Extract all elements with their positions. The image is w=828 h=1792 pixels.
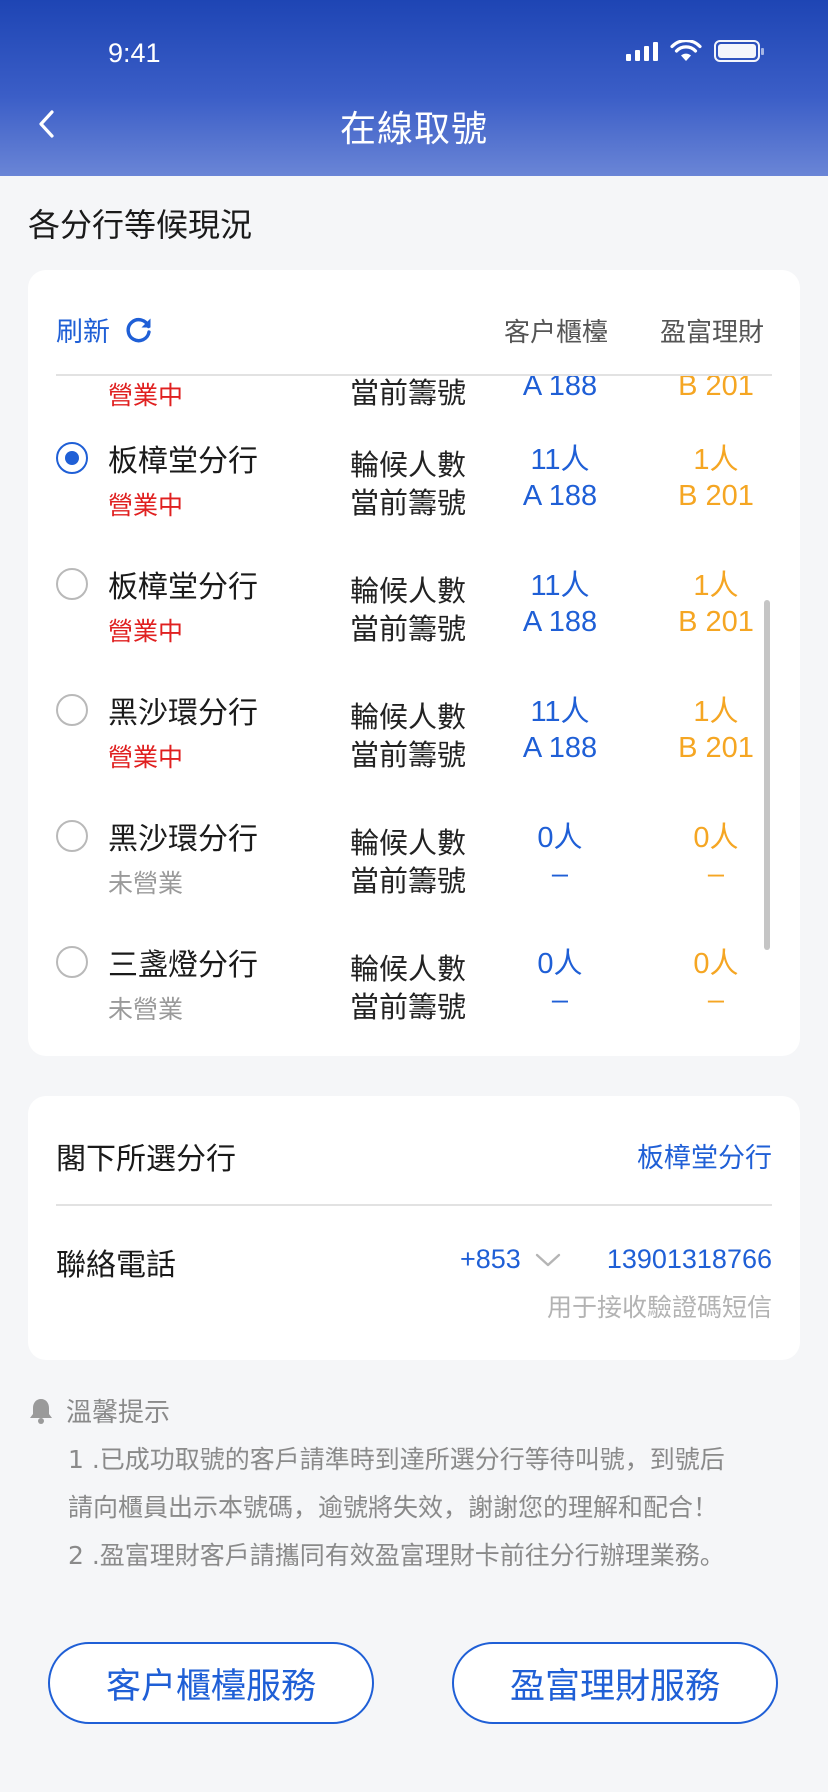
wealth-waiting-count: 1人	[693, 444, 739, 476]
list-item[interactable]: 板樟堂分行 營業中 輪候人數 當前籌號 11人 A 188 1人 B 201	[28, 556, 800, 682]
branch-radio[interactable]	[56, 694, 88, 726]
list-item[interactable]: 黑沙環分行 營業中 輪候人數 當前籌號 11人 A 188 1人 B 201	[28, 682, 800, 808]
branch-status: 營業中	[108, 491, 184, 520]
selected-branch-label: 閣下所選分行	[56, 1142, 236, 1177]
branch-status: 未營業	[108, 869, 184, 898]
current-number-label: 當前籌號	[350, 990, 467, 1020]
wealth-current-number: B 201	[678, 606, 754, 638]
status-time: 9:41	[108, 38, 161, 68]
waiting-count-label: 輪候人數	[350, 826, 467, 860]
tips-header: 溫馨提示	[28, 1392, 170, 1429]
counter-current-number: –	[551, 984, 569, 1016]
scrollbar[interactable]	[764, 600, 770, 950]
selected-branch-value[interactable]: 板樟堂分行	[637, 1136, 772, 1175]
branch-radio[interactable]	[56, 946, 88, 978]
branch-name: 三盞燈分行	[108, 948, 258, 983]
counter-current-number: A 188	[522, 606, 598, 638]
tip-line: 請向櫃員出示本號碼，逾號將失效，謝謝您的理解和配合！	[68, 1493, 719, 1522]
page-title: 在線取號	[339, 109, 488, 150]
waiting-count-label: 輪候人數	[350, 574, 467, 608]
branch-status: 未營業	[108, 995, 184, 1020]
counter-waiting-count: 0人	[537, 822, 583, 854]
wealth-waiting-count: 0人	[693, 948, 739, 980]
wealth-service-button[interactable]: 盈富理財服務	[452, 1642, 778, 1724]
counter-current-number: A 188	[522, 732, 598, 764]
current-number-label: 當前籌號	[350, 376, 467, 410]
waiting-count-label: 輪候人數	[350, 952, 467, 986]
branch-name: 板樟堂分行	[108, 444, 258, 479]
refresh-button[interactable]: 刷新	[56, 310, 154, 349]
counter-waiting-count: 11人	[530, 570, 590, 602]
chevron-down-icon	[535, 1253, 561, 1266]
branch-queue-card: 刷新 客户櫃檯 盈富理財 營業中 當前籌號 A 188 B 201 板樟堂分行 …	[28, 270, 800, 1056]
form-divider	[56, 1204, 772, 1206]
tips-title: 溫馨提示	[66, 1398, 171, 1428]
branch-status: 營業中	[108, 381, 184, 410]
current-number-label: 當前籌號	[350, 738, 467, 772]
branch-radio[interactable]	[56, 820, 88, 852]
signal-icon	[626, 41, 658, 61]
current-number-label: 當前籌號	[350, 612, 467, 646]
column-header-wealth: 盈富理財	[660, 318, 765, 348]
branch-list[interactable]: 營業中 當前籌號 A 188 B 201 板樟堂分行 營業中 輪候人數 當前籌號…	[28, 376, 800, 1020]
wealth-current-number: B 201	[678, 480, 754, 512]
branch-name: 板樟堂分行	[108, 570, 258, 605]
phone-hint: 用于接收驗證碼短信	[546, 1293, 772, 1322]
wealth-waiting-count: 0人	[693, 822, 739, 854]
waiting-count-label: 輪候人數	[350, 700, 467, 734]
list-item[interactable]: 三盞燈分行 未營業 輪候人數 當前籌號 0人 – 0人 –	[28, 934, 800, 1020]
wealth-current-number: –	[707, 858, 725, 890]
tip-line: 2 .盈富理財客戶請攜同有效盈富理財卡前往分行辦理業務。	[68, 1541, 725, 1570]
branch-name: 黑沙環分行	[108, 696, 258, 731]
counter-service-button[interactable]: 客户櫃檯服務	[48, 1642, 374, 1724]
tips-body: 1 .已成功取號的客戶請準時到達所選分行等待叫號，到號后 請向櫃員出示本號碼，逾…	[68, 1436, 798, 1580]
column-header-counter: 客户櫃檯	[504, 318, 609, 348]
status-icons	[626, 40, 764, 62]
branch-status: 營業中	[108, 743, 184, 772]
wealth-current-number: B 201	[678, 376, 754, 402]
branch-name: 黑沙環分行	[108, 822, 258, 857]
country-code-value: +853	[460, 1244, 521, 1274]
current-number-label: 當前籌號	[350, 864, 467, 898]
battery-icon	[714, 40, 764, 62]
branch-radio[interactable]	[56, 568, 88, 600]
wifi-icon	[670, 40, 702, 61]
bell-icon	[30, 1398, 52, 1424]
wealth-current-number: –	[707, 984, 725, 1016]
selection-card: 閣下所選分行 板樟堂分行 聯絡電話 +853 13901318766 用于接收驗…	[28, 1096, 800, 1360]
tip-line: 1 .已成功取號的客戶請準時到達所選分行等待叫號，到號后	[68, 1445, 725, 1474]
counter-current-number: A 188	[522, 480, 598, 512]
counter-waiting-count: 11人	[530, 444, 590, 476]
counter-current-number: A 188	[522, 376, 598, 402]
phone-label: 聯絡電話	[56, 1248, 176, 1283]
wealth-current-number: B 201	[678, 732, 754, 764]
country-code-select[interactable]: +853	[460, 1244, 561, 1275]
branch-status: 營業中	[108, 617, 184, 646]
counter-waiting-count: 11人	[530, 696, 590, 728]
wealth-waiting-count: 1人	[693, 570, 739, 602]
list-item[interactable]: 黑沙環分行 未營業 輪候人數 當前籌號 0人 – 0人 –	[28, 808, 800, 934]
nav-header: 9:41 在線取號	[0, 0, 828, 176]
refresh-label: 刷新	[56, 317, 110, 348]
list-item[interactable]: 板樟堂分行 營業中 輪候人數 當前籌號 11人 A 188 1人 B 201	[28, 430, 800, 556]
section-title: 各分行等候現況	[28, 206, 253, 244]
branch-radio[interactable]	[56, 442, 88, 474]
phone-input[interactable]: 13901318766	[607, 1244, 772, 1275]
wealth-waiting-count: 1人	[693, 696, 739, 728]
counter-current-number: –	[551, 858, 569, 890]
refresh-icon	[126, 317, 151, 342]
current-number-label: 當前籌號	[350, 486, 467, 520]
waiting-count-label: 輪候人數	[350, 448, 467, 482]
counter-waiting-count: 0人	[537, 948, 583, 980]
